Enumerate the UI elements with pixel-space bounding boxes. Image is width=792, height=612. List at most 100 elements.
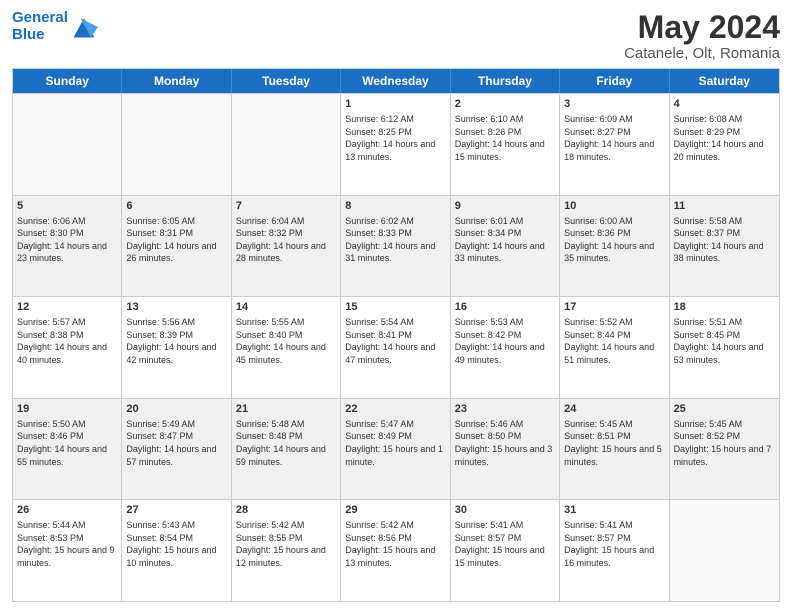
logo: GeneralBlue bbox=[12, 10, 98, 43]
header-day-thursday: Thursday bbox=[451, 69, 560, 93]
day-number: 29 bbox=[345, 503, 445, 518]
cell-info: Sunrise: 5:42 AMSunset: 8:55 PMDaylight:… bbox=[236, 519, 336, 569]
cal-cell-5-2: 27Sunrise: 5:43 AMSunset: 8:54 PMDayligh… bbox=[122, 500, 231, 601]
cal-cell-5-6: 31Sunrise: 5:41 AMSunset: 8:57 PMDayligh… bbox=[560, 500, 669, 601]
day-number: 3 bbox=[564, 97, 664, 112]
cell-info: Sunrise: 5:54 AMSunset: 8:41 PMDaylight:… bbox=[345, 316, 445, 366]
day-number: 18 bbox=[674, 300, 775, 315]
title-block: May 2024 Catanele, Olt, Romania bbox=[624, 10, 780, 62]
calendar: SundayMondayTuesdayWednesdayThursdayFrid… bbox=[12, 68, 780, 602]
cal-cell-2-6: 10Sunrise: 6:00 AMSunset: 8:36 PMDayligh… bbox=[560, 196, 669, 297]
day-number: 5 bbox=[17, 199, 117, 214]
cal-cell-3-6: 17Sunrise: 5:52 AMSunset: 8:44 PMDayligh… bbox=[560, 297, 669, 398]
header: GeneralBlue May 2024 Catanele, Olt, Roma… bbox=[12, 10, 780, 62]
day-number: 23 bbox=[455, 402, 555, 417]
cal-cell-4-6: 24Sunrise: 5:45 AMSunset: 8:51 PMDayligh… bbox=[560, 399, 669, 500]
day-number: 9 bbox=[455, 199, 555, 214]
cell-info: Sunrise: 5:47 AMSunset: 8:49 PMDaylight:… bbox=[345, 418, 445, 468]
day-number: 14 bbox=[236, 300, 336, 315]
calendar-row-3: 12Sunrise: 5:57 AMSunset: 8:38 PMDayligh… bbox=[13, 296, 779, 398]
day-number: 12 bbox=[17, 300, 117, 315]
logo-icon bbox=[70, 13, 98, 41]
day-number: 21 bbox=[236, 402, 336, 417]
cell-info: Sunrise: 6:09 AMSunset: 8:27 PMDaylight:… bbox=[564, 113, 664, 163]
cal-cell-3-7: 18Sunrise: 5:51 AMSunset: 8:45 PMDayligh… bbox=[670, 297, 779, 398]
cal-cell-4-2: 20Sunrise: 5:49 AMSunset: 8:47 PMDayligh… bbox=[122, 399, 231, 500]
cell-info: Sunrise: 6:04 AMSunset: 8:32 PMDaylight:… bbox=[236, 215, 336, 265]
cell-info: Sunrise: 6:02 AMSunset: 8:33 PMDaylight:… bbox=[345, 215, 445, 265]
cell-info: Sunrise: 5:44 AMSunset: 8:53 PMDaylight:… bbox=[17, 519, 117, 569]
day-number: 26 bbox=[17, 503, 117, 518]
cal-cell-5-3: 28Sunrise: 5:42 AMSunset: 8:55 PMDayligh… bbox=[232, 500, 341, 601]
cell-info: Sunrise: 5:43 AMSunset: 8:54 PMDaylight:… bbox=[126, 519, 226, 569]
cell-info: Sunrise: 5:55 AMSunset: 8:40 PMDaylight:… bbox=[236, 316, 336, 366]
calendar-row-2: 5Sunrise: 6:06 AMSunset: 8:30 PMDaylight… bbox=[13, 195, 779, 297]
cal-cell-1-5: 2Sunrise: 6:10 AMSunset: 8:26 PMDaylight… bbox=[451, 94, 560, 195]
day-number: 28 bbox=[236, 503, 336, 518]
cell-info: Sunrise: 6:05 AMSunset: 8:31 PMDaylight:… bbox=[126, 215, 226, 265]
cal-cell-2-7: 11Sunrise: 5:58 AMSunset: 8:37 PMDayligh… bbox=[670, 196, 779, 297]
cell-info: Sunrise: 6:12 AMSunset: 8:25 PMDaylight:… bbox=[345, 113, 445, 163]
cal-cell-2-3: 7Sunrise: 6:04 AMSunset: 8:32 PMDaylight… bbox=[232, 196, 341, 297]
cell-info: Sunrise: 6:06 AMSunset: 8:30 PMDaylight:… bbox=[17, 215, 117, 265]
cal-cell-1-7: 4Sunrise: 6:08 AMSunset: 8:29 PMDaylight… bbox=[670, 94, 779, 195]
day-number: 24 bbox=[564, 402, 664, 417]
header-day-monday: Monday bbox=[122, 69, 231, 93]
cal-cell-1-1 bbox=[13, 94, 122, 195]
header-day-sunday: Sunday bbox=[13, 69, 122, 93]
cal-cell-5-7 bbox=[670, 500, 779, 601]
cell-info: Sunrise: 5:41 AMSunset: 8:57 PMDaylight:… bbox=[455, 519, 555, 569]
cell-info: Sunrise: 6:08 AMSunset: 8:29 PMDaylight:… bbox=[674, 113, 775, 163]
day-number: 25 bbox=[674, 402, 775, 417]
calendar-row-1: 1Sunrise: 6:12 AMSunset: 8:25 PMDaylight… bbox=[13, 93, 779, 195]
cell-info: Sunrise: 5:51 AMSunset: 8:45 PMDaylight:… bbox=[674, 316, 775, 366]
header-day-tuesday: Tuesday bbox=[232, 69, 341, 93]
cell-info: Sunrise: 6:10 AMSunset: 8:26 PMDaylight:… bbox=[455, 113, 555, 163]
cal-cell-3-2: 13Sunrise: 5:56 AMSunset: 8:39 PMDayligh… bbox=[122, 297, 231, 398]
day-number: 2 bbox=[455, 97, 555, 112]
cell-info: Sunrise: 5:56 AMSunset: 8:39 PMDaylight:… bbox=[126, 316, 226, 366]
cal-cell-1-6: 3Sunrise: 6:09 AMSunset: 8:27 PMDaylight… bbox=[560, 94, 669, 195]
day-number: 22 bbox=[345, 402, 445, 417]
day-number: 13 bbox=[126, 300, 226, 315]
cell-info: Sunrise: 5:45 AMSunset: 8:51 PMDaylight:… bbox=[564, 418, 664, 468]
cal-cell-3-3: 14Sunrise: 5:55 AMSunset: 8:40 PMDayligh… bbox=[232, 297, 341, 398]
calendar-body: 1Sunrise: 6:12 AMSunset: 8:25 PMDaylight… bbox=[13, 93, 779, 601]
cal-cell-2-2: 6Sunrise: 6:05 AMSunset: 8:31 PMDaylight… bbox=[122, 196, 231, 297]
cell-info: Sunrise: 5:57 AMSunset: 8:38 PMDaylight:… bbox=[17, 316, 117, 366]
cell-info: Sunrise: 5:49 AMSunset: 8:47 PMDaylight:… bbox=[126, 418, 226, 468]
header-day-saturday: Saturday bbox=[670, 69, 779, 93]
logo-text: GeneralBlue bbox=[12, 10, 68, 43]
day-number: 15 bbox=[345, 300, 445, 315]
cal-cell-3-4: 15Sunrise: 5:54 AMSunset: 8:41 PMDayligh… bbox=[341, 297, 450, 398]
main-title: May 2024 bbox=[624, 10, 780, 45]
day-number: 16 bbox=[455, 300, 555, 315]
cal-cell-2-4: 8Sunrise: 6:02 AMSunset: 8:33 PMDaylight… bbox=[341, 196, 450, 297]
day-number: 27 bbox=[126, 503, 226, 518]
cell-info: Sunrise: 5:53 AMSunset: 8:42 PMDaylight:… bbox=[455, 316, 555, 366]
cal-cell-4-1: 19Sunrise: 5:50 AMSunset: 8:46 PMDayligh… bbox=[13, 399, 122, 500]
calendar-row-4: 19Sunrise: 5:50 AMSunset: 8:46 PMDayligh… bbox=[13, 398, 779, 500]
cell-info: Sunrise: 5:41 AMSunset: 8:57 PMDaylight:… bbox=[564, 519, 664, 569]
calendar-header: SundayMondayTuesdayWednesdayThursdayFrid… bbox=[13, 69, 779, 93]
subtitle: Catanele, Olt, Romania bbox=[624, 45, 780, 62]
cal-cell-5-4: 29Sunrise: 5:42 AMSunset: 8:56 PMDayligh… bbox=[341, 500, 450, 601]
day-number: 19 bbox=[17, 402, 117, 417]
day-number: 4 bbox=[674, 97, 775, 112]
day-number: 30 bbox=[455, 503, 555, 518]
cal-cell-4-7: 25Sunrise: 5:45 AMSunset: 8:52 PMDayligh… bbox=[670, 399, 779, 500]
cal-cell-5-5: 30Sunrise: 5:41 AMSunset: 8:57 PMDayligh… bbox=[451, 500, 560, 601]
cal-cell-4-3: 21Sunrise: 5:48 AMSunset: 8:48 PMDayligh… bbox=[232, 399, 341, 500]
day-number: 7 bbox=[236, 199, 336, 214]
day-number: 31 bbox=[564, 503, 664, 518]
day-number: 20 bbox=[126, 402, 226, 417]
cell-info: Sunrise: 6:01 AMSunset: 8:34 PMDaylight:… bbox=[455, 215, 555, 265]
day-number: 11 bbox=[674, 199, 775, 214]
cell-info: Sunrise: 5:50 AMSunset: 8:46 PMDaylight:… bbox=[17, 418, 117, 468]
cal-cell-1-3 bbox=[232, 94, 341, 195]
day-number: 17 bbox=[564, 300, 664, 315]
day-number: 6 bbox=[126, 199, 226, 214]
header-day-friday: Friday bbox=[560, 69, 669, 93]
day-number: 8 bbox=[345, 199, 445, 214]
header-day-wednesday: Wednesday bbox=[341, 69, 450, 93]
